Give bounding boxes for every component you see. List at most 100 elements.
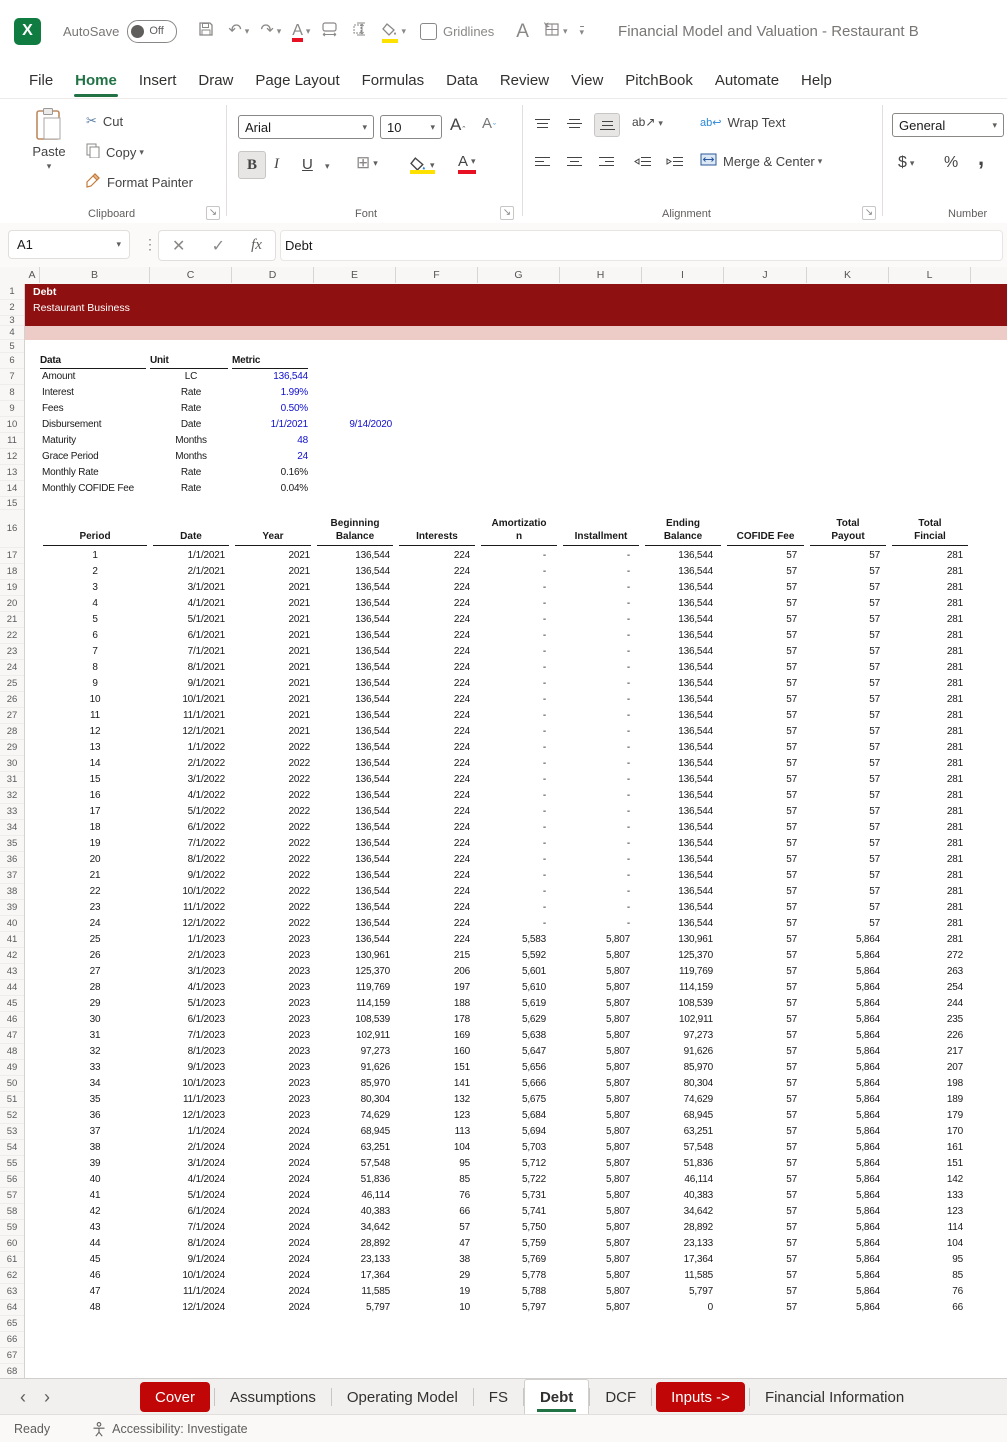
column-header-M[interactable]: M (971, 267, 1007, 283)
cell-G37[interactable]: - (478, 868, 560, 884)
cell-L44[interactable]: 254 (889, 980, 971, 996)
row-header-25[interactable]: 25 (0, 676, 24, 692)
cell-K56[interactable]: 5,864 (807, 1172, 889, 1188)
cell-K20[interactable]: 57 (807, 596, 889, 612)
cell-L40[interactable]: 281 (889, 916, 971, 932)
cell-D63[interactable]: 2024 (232, 1284, 314, 1300)
cell-F26[interactable]: 224 (396, 692, 478, 708)
cell-C21[interactable]: 5/1/2021 (150, 612, 232, 628)
sheet-tab-assumptions[interactable]: Assumptions (215, 1379, 331, 1415)
cell-D30[interactable]: 2022 (232, 756, 314, 772)
cell-C34[interactable]: 6/1/2022 (150, 820, 232, 836)
cell-E21[interactable]: 136,544 (314, 612, 396, 628)
cell-L62[interactable]: 85 (889, 1268, 971, 1284)
column-header-H[interactable]: H (560, 267, 642, 283)
gridlines-checkbox[interactable] (420, 23, 437, 40)
cell-E53[interactable]: 68,945 (314, 1124, 396, 1140)
cell-F55[interactable]: 95 (396, 1156, 478, 1172)
cell-H44[interactable]: 5,807 (560, 980, 642, 996)
cell-E37[interactable]: 136,544 (314, 868, 396, 884)
cell-G22[interactable]: - (478, 628, 560, 644)
cell-B60[interactable]: 44 (40, 1236, 150, 1252)
cell-G31[interactable]: - (478, 772, 560, 788)
cell-J31[interactable]: 57 (724, 772, 807, 788)
cell-D21[interactable]: 2021 (232, 612, 314, 628)
cell-F17[interactable]: 224 (396, 548, 478, 564)
cell-E18[interactable]: 136,544 (314, 564, 396, 580)
cell-H19[interactable]: - (560, 580, 642, 596)
cell-C50[interactable]: 10/1/2023 (150, 1076, 232, 1092)
cell-L20[interactable]: 281 (889, 596, 971, 612)
cell-I59[interactable]: 28,892 (642, 1220, 724, 1236)
cell-G18[interactable]: - (478, 564, 560, 580)
cell-D59[interactable]: 2024 (232, 1220, 314, 1236)
cell-I41[interactable]: 130,961 (642, 932, 724, 948)
cell-I18[interactable]: 136,544 (642, 564, 724, 580)
row-header-32[interactable]: 32 (0, 788, 24, 804)
cell-C35[interactable]: 7/1/2022 (150, 836, 232, 852)
cell-J42[interactable]: 57 (724, 948, 807, 964)
cell-C43[interactable]: 3/1/2023 (150, 964, 232, 980)
cell-B46[interactable]: 30 (40, 1012, 150, 1028)
cell-F37[interactable]: 224 (396, 868, 478, 884)
cell-H49[interactable]: 5,807 (560, 1060, 642, 1076)
cell-D19[interactable]: 2021 (232, 580, 314, 596)
cell-B17[interactable]: 1 (40, 548, 150, 564)
cell-L55[interactable]: 151 (889, 1156, 971, 1172)
cell-I32[interactable]: 136,544 (642, 788, 724, 804)
cell-G26[interactable]: - (478, 692, 560, 708)
merge-center-button[interactable]: Merge & Center▾ (700, 153, 822, 169)
cell-B48[interactable]: 32 (40, 1044, 150, 1060)
cell-K62[interactable]: 5,864 (807, 1268, 889, 1284)
cell-H61[interactable]: 5,807 (560, 1252, 642, 1268)
cell-K51[interactable]: 5,864 (807, 1092, 889, 1108)
cell-H27[interactable]: - (560, 708, 642, 724)
cell-B21[interactable]: 5 (40, 612, 150, 628)
cell-G46[interactable]: 5,629 (478, 1012, 560, 1028)
column-header-J[interactable]: J (724, 267, 807, 283)
cell-J32[interactable]: 57 (724, 788, 807, 804)
cell-H45[interactable]: 5,807 (560, 996, 642, 1012)
row-header-29[interactable]: 29 (0, 740, 24, 756)
info-header-metric[interactable]: Metric (232, 353, 308, 369)
cell-D44[interactable]: 2023 (232, 980, 314, 996)
cell-C33[interactable]: 5/1/2022 (150, 804, 232, 820)
cell-F57[interactable]: 76 (396, 1188, 478, 1204)
cell-K63[interactable]: 5,864 (807, 1284, 889, 1300)
cell-K52[interactable]: 5,864 (807, 1108, 889, 1124)
cell-J59[interactable]: 57 (724, 1220, 807, 1236)
cell-K17[interactable]: 57 (807, 548, 889, 564)
row-header-50[interactable]: 50 (0, 1076, 24, 1092)
cell-G34[interactable]: - (478, 820, 560, 836)
cell-J49[interactable]: 57 (724, 1060, 807, 1076)
cell-L39[interactable]: 281 (889, 900, 971, 916)
cell-E34[interactable]: 136,544 (314, 820, 396, 836)
cell-H30[interactable]: - (560, 756, 642, 772)
cell-C31[interactable]: 3/1/2022 (150, 772, 232, 788)
cell-H43[interactable]: 5,807 (560, 964, 642, 980)
cell-L24[interactable]: 281 (889, 660, 971, 676)
cell-F30[interactable]: 224 (396, 756, 478, 772)
cell-L29[interactable]: 281 (889, 740, 971, 756)
cell-B27[interactable]: 11 (40, 708, 150, 724)
save-icon[interactable] (198, 21, 214, 41)
cell-E47[interactable]: 102,911 (314, 1028, 396, 1044)
cell-L57[interactable]: 133 (889, 1188, 971, 1204)
cell-C38[interactable]: 10/1/2022 (150, 884, 232, 900)
cell-D28[interactable]: 2021 (232, 724, 314, 740)
row-header-37[interactable]: 37 (0, 868, 24, 884)
cancel-icon[interactable]: ✕ (172, 236, 185, 256)
cell-H55[interactable]: 5,807 (560, 1156, 642, 1172)
cell-H58[interactable]: 5,807 (560, 1204, 642, 1220)
cell-B30[interactable]: 14 (40, 756, 150, 772)
ribbon-tab-page-layout[interactable]: Page Layout (244, 66, 350, 95)
cell-L42[interactable]: 272 (889, 948, 971, 964)
cell-I39[interactable]: 136,544 (642, 900, 724, 916)
cell-C20[interactable]: 4/1/2021 (150, 596, 232, 612)
cell-K37[interactable]: 57 (807, 868, 889, 884)
cell-L47[interactable]: 226 (889, 1028, 971, 1044)
cell-J48[interactable]: 57 (724, 1044, 807, 1060)
cell-I28[interactable]: 136,544 (642, 724, 724, 740)
cell-G27[interactable]: - (478, 708, 560, 724)
row-header-20[interactable]: 20 (0, 596, 24, 612)
